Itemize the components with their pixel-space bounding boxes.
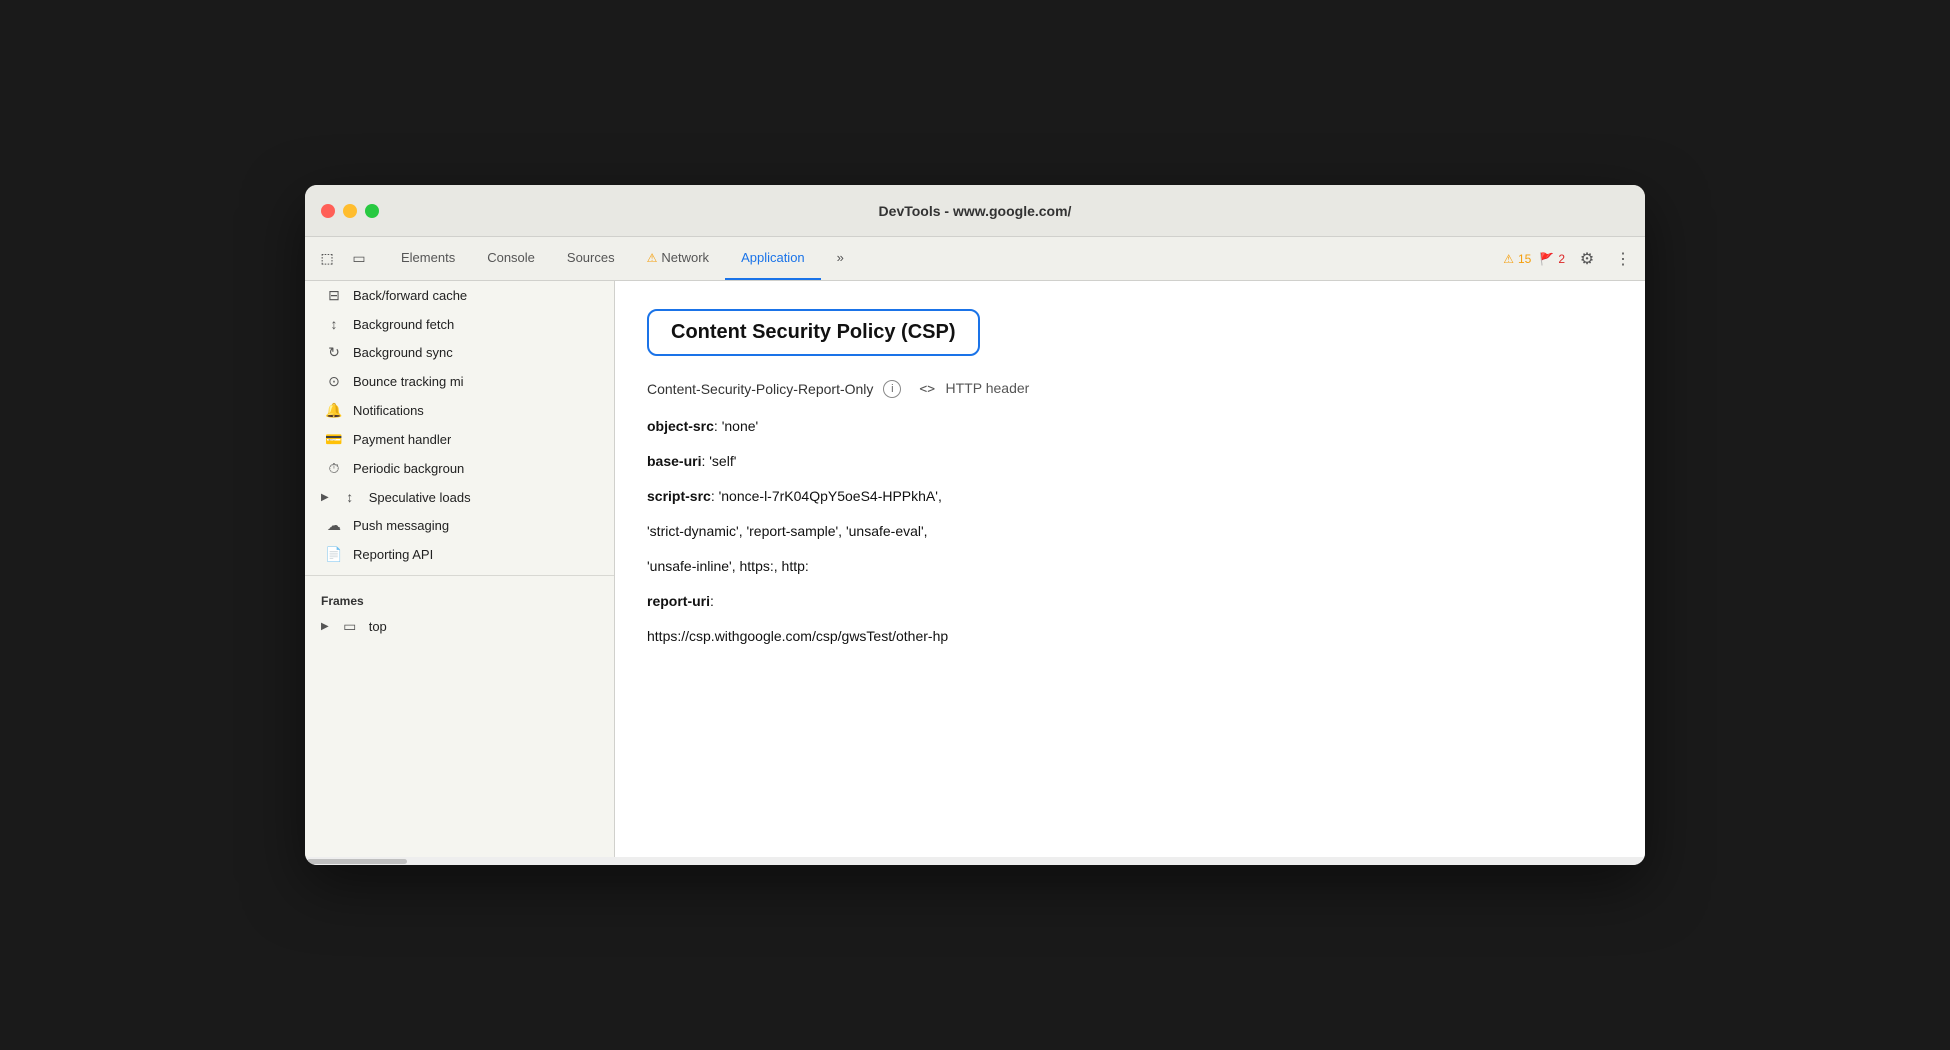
tab-network[interactable]: ⚠ Network [631, 237, 725, 280]
sidebar-item-background-sync[interactable]: ↻ Background sync [305, 338, 614, 367]
background-fetch-icon: ↕ [325, 316, 343, 332]
bounce-tracking-icon: ⊙ [325, 373, 343, 390]
push-messaging-icon: ☁ [325, 517, 343, 534]
toolbar: ⬚ ▭ Elements Console Sources ⚠ Network A… [305, 237, 1645, 281]
sidebar-item-notifications[interactable]: 🔔 Notifications [305, 396, 614, 425]
window-title: DevTools - www.google.com/ [879, 203, 1072, 219]
speculative-loads-icon: ↕ [341, 489, 359, 505]
cursor-icon[interactable]: ⬚ [313, 245, 341, 273]
toolbar-left: ⬚ ▭ [313, 237, 373, 280]
back-forward-icon: ⊟ [325, 287, 343, 304]
maximize-button[interactable] [365, 204, 379, 218]
periodic-background-icon: ⏱ [325, 460, 343, 477]
settings-button[interactable]: ⚙ [1573, 245, 1601, 273]
sidebar: ⊟ Back/forward cache ↕ Background fetch … [305, 281, 615, 857]
close-button[interactable] [321, 204, 335, 218]
policy-line-object-src: object-src: 'none' [647, 416, 1613, 437]
main-content: ⊟ Back/forward cache ↕ Background fetch … [305, 281, 1645, 857]
policy-name: Content-Security-Policy-Report-Only [647, 381, 873, 397]
background-sync-icon: ↻ [325, 344, 343, 361]
sidebar-item-frames-top[interactable]: ▶ ▭ top [305, 612, 614, 641]
code-brackets-icon: <> [919, 382, 935, 397]
frames-section-header: Frames [305, 582, 614, 612]
traffic-lights [321, 204, 379, 218]
payment-icon: 💳 [325, 431, 343, 448]
frames-arrow-icon: ▶ [321, 621, 329, 632]
sidebar-item-bounce-tracking[interactable]: ⊙ Bounce tracking mi [305, 367, 614, 396]
titlebar: DevTools - www.google.com/ [305, 185, 1645, 237]
tab-application[interactable]: Application [725, 237, 821, 280]
reporting-api-icon: 📄 [325, 546, 343, 563]
info-icon[interactable]: i [883, 380, 901, 398]
frame-folder-icon: ▭ [341, 618, 359, 635]
policy-row: Content-Security-Policy-Report-Only i <>… [647, 380, 1613, 398]
toolbar-right: ⚠ 15 🚩 2 ⚙ ⋮ [1503, 237, 1637, 280]
tab-elements[interactable]: Elements [385, 237, 471, 280]
error-badge: 🚩 2 [1539, 252, 1565, 266]
tab-bar: Elements Console Sources ⚠ Network Appli… [385, 237, 1503, 280]
sidebar-item-periodic-background[interactable]: ⏱ Periodic backgroun [305, 454, 614, 483]
sidebar-item-speculative-loads[interactable]: ▶ ↕ Speculative loads [305, 483, 614, 511]
policy-line-base-uri: base-uri: 'self' [647, 451, 1613, 472]
policy-source-area: <> HTTP header [919, 380, 1029, 398]
tab-sources[interactable]: Sources [551, 237, 631, 280]
policy-line-report-uri: report-uri: [647, 591, 1613, 612]
arrow-icon: ▶ [321, 492, 329, 503]
policy-line-unsafe-inline: 'unsafe-inline', https:, http: [647, 556, 1613, 577]
minimize-button[interactable] [343, 204, 357, 218]
warning-icon-small: ⚠ [1503, 252, 1514, 266]
warning-badge: ⚠ 15 [1503, 252, 1531, 266]
more-tabs-button[interactable]: » [821, 237, 860, 280]
error-icon: 🚩 [1539, 252, 1554, 266]
sidebar-item-reporting-api[interactable]: 📄 Reporting API [305, 540, 614, 569]
policy-line-script-src: script-src: 'nonce-l-7rK04QpY5oeS4-HPPkh… [647, 486, 1613, 507]
sidebar-item-push-messaging[interactable]: ☁ Push messaging [305, 511, 614, 540]
policy-line-report-uri-value: https://csp.withgoogle.com/csp/gwsTest/o… [647, 626, 1613, 647]
devtools-window: DevTools - www.google.com/ ⬚ ▭ Elements … [305, 185, 1645, 865]
more-options-button[interactable]: ⋮ [1609, 245, 1637, 273]
policy-details: object-src: 'none' base-uri: 'self' scri… [647, 416, 1613, 647]
device-icon[interactable]: ▭ [345, 245, 373, 273]
main-panel: Content Security Policy (CSP) Content-Se… [615, 281, 1645, 857]
sidebar-item-background-fetch[interactable]: ↕ Background fetch [305, 310, 614, 338]
sidebar-item-back-forward[interactable]: ⊟ Back/forward cache [305, 281, 614, 310]
csp-title: Content Security Policy (CSP) [647, 309, 980, 356]
policy-source-label: HTTP header [946, 380, 1030, 396]
policy-line-strict-dynamic: 'strict-dynamic', 'report-sample', 'unsa… [647, 521, 1613, 542]
sidebar-divider [305, 575, 614, 576]
horizontal-scrollbar[interactable] [305, 857, 1645, 865]
network-warning-icon: ⚠ [647, 251, 658, 265]
notifications-icon: 🔔 [325, 402, 343, 419]
scrollbar-thumb [307, 859, 407, 864]
sidebar-item-payment-handler[interactable]: 💳 Payment handler [305, 425, 614, 454]
tab-console[interactable]: Console [471, 237, 551, 280]
